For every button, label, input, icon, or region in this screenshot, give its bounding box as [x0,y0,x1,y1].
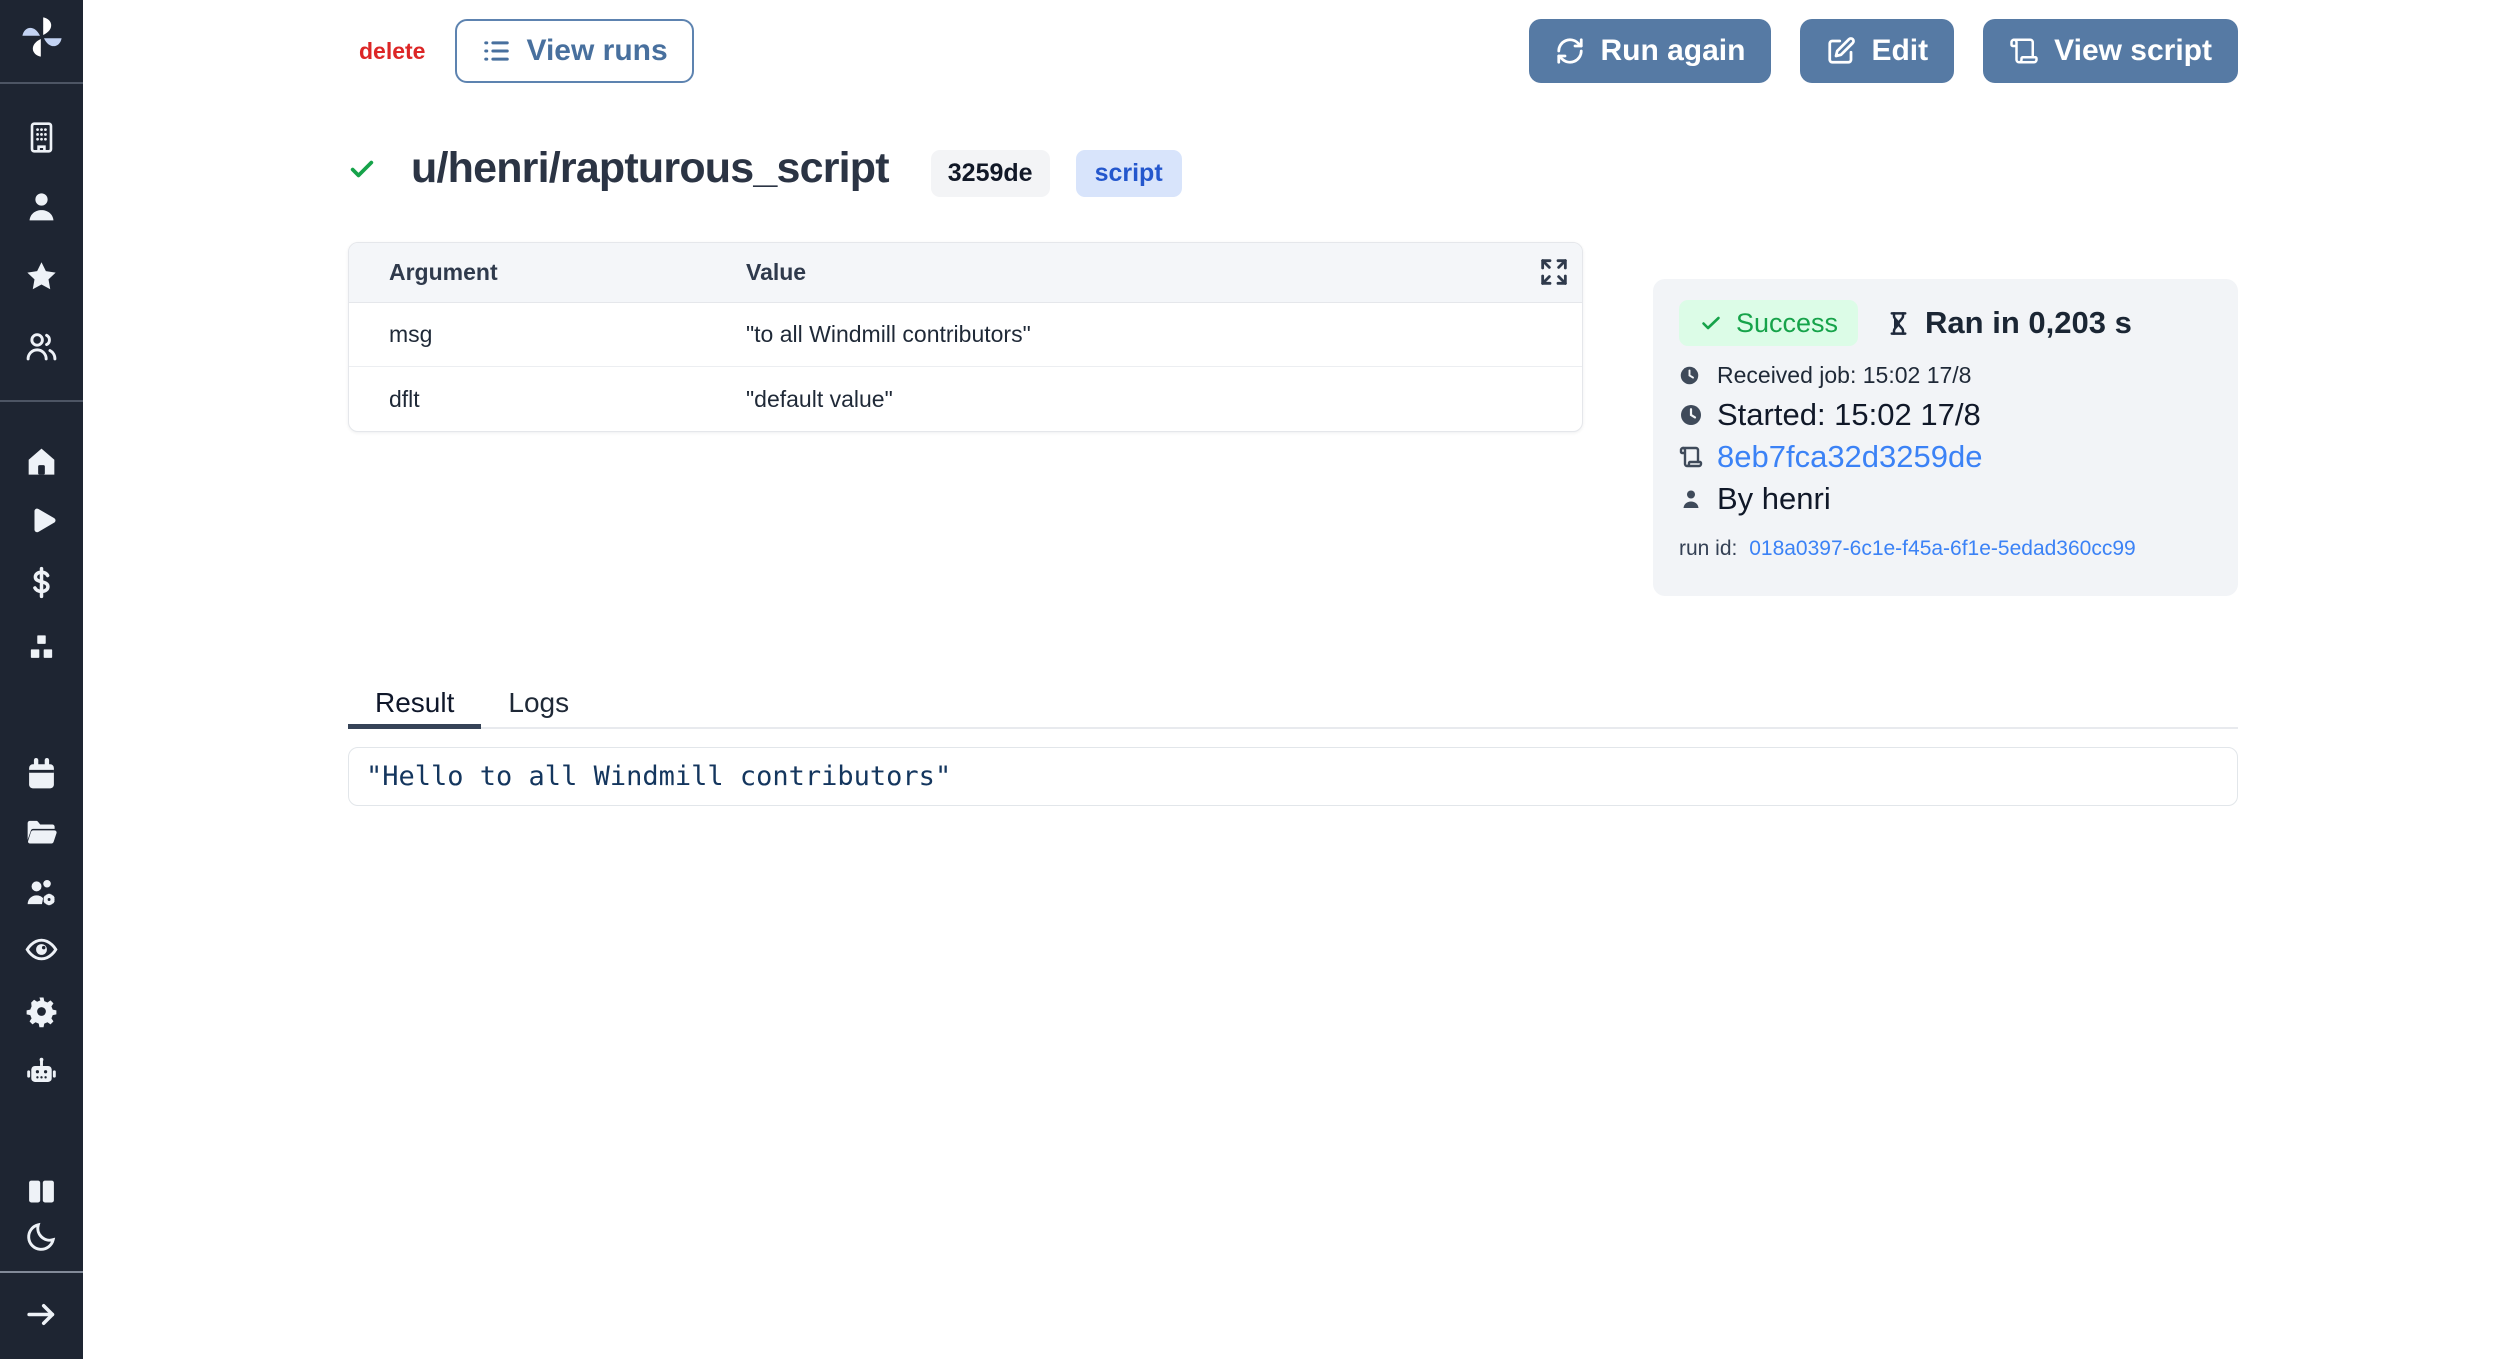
run-id-line: run id: 018a0397-6c1e-f45a-6f1e-5edad360… [1679,537,2212,561]
star-icon[interactable] [24,259,59,294]
boxes-icon[interactable] [24,630,59,665]
toolbar-right-group: Run again Edit View script [1529,19,2238,83]
started-label: Started: 15:02 17/8 [1717,397,1981,433]
argument-cell: msg [349,321,706,348]
gear-icon[interactable] [24,994,59,1029]
list-icon [481,36,511,66]
received-line: Received job: 15:02 17/8 [1679,362,2212,389]
table-row: dflt "default value" [349,367,1582,431]
argument-column-header: Argument [349,259,706,286]
edit-pencil-icon [1826,36,1856,66]
toolbar: delete View runs Run again [359,19,2238,83]
building-icon[interactable] [24,120,59,155]
folder-open-icon[interactable] [24,815,59,850]
run-again-label: Run again [1600,34,1745,68]
arguments-table-header: Argument Value [349,243,1582,303]
scroll-icon [1679,445,1703,469]
check-icon [1699,311,1723,335]
run-id-link[interactable]: 018a0397-6c1e-f45a-6f1e-5edad360cc99 [1749,537,2135,560]
tab-logs[interactable]: Logs [481,681,596,729]
scroll-icon [2009,36,2039,66]
sidebar-divider [0,400,83,402]
arguments-table: Argument Value msg "to all Windmill cont… [348,242,1583,432]
moon-icon[interactable] [24,1219,59,1254]
book-icon[interactable] [24,1174,59,1209]
job-status-panel: Success Ran in 0,203 s Received job: 15:… [1653,279,2238,596]
sidebar [0,0,83,1359]
by-line: By henri [1679,481,2212,517]
table-row: msg "to all Windmill contributors" [349,303,1582,367]
success-check-icon [348,155,376,183]
received-label: Received job: 15:02 17/8 [1717,362,1971,389]
status-badge: Success [1679,300,1858,346]
status-label: Success [1736,308,1838,339]
play-icon[interactable] [24,504,59,539]
run-id-label: run id: [1679,537,1737,560]
hash-badge: 3259de [931,150,1050,197]
robot-icon[interactable] [24,1055,59,1090]
view-runs-label: View runs [526,34,667,68]
sidebar-divider [0,82,83,84]
value-column-header: Value [706,259,1582,286]
result-tabs: Result Logs [348,681,2238,729]
refresh-icon [1555,36,1585,66]
argument-cell: dflt [349,386,706,413]
calendar-icon[interactable] [24,757,59,792]
windmill-logo-icon[interactable] [18,13,66,61]
by-label: By henri [1717,481,1831,517]
script-hash-line: 8eb7fca32d3259de [1679,439,2212,475]
edit-button[interactable]: Edit [1800,19,1954,83]
status-row: Success Ran in 0,203 s [1679,300,2212,346]
view-script-button[interactable]: View script [1983,19,2238,83]
duration: Ran in 0,203 s [1885,305,2132,341]
dollar-icon[interactable] [24,565,59,600]
hourglass-icon [1885,310,1912,337]
result-output: "Hello to all Windmill contributors" [348,747,2238,806]
kind-badge: script [1076,150,1182,197]
title-row: u/henri/rapturous_script 3259de script [348,140,1182,197]
started-line: Started: 15:02 17/8 [1679,397,2212,433]
delete-button[interactable]: delete [359,38,425,65]
users-icon[interactable] [24,329,59,364]
script-hash-link[interactable]: 8eb7fca32d3259de [1717,439,1982,475]
user-icon[interactable] [24,189,59,224]
eye-icon[interactable] [24,932,59,967]
expand-icon[interactable] [1538,256,1570,288]
run-again-button[interactable]: Run again [1529,19,1771,83]
view-runs-button[interactable]: View runs [455,19,693,83]
person-icon [1679,487,1703,511]
page-title: u/henri/rapturous_script [411,144,889,193]
value-cell: "default value" [706,386,1582,413]
clock-icon [1679,365,1700,386]
view-script-label: View script [2054,34,2212,68]
arrow-right-icon[interactable] [24,1297,59,1332]
users-gear-icon[interactable] [24,875,59,910]
clock-icon [1679,403,1703,427]
sidebar-divider [0,1271,83,1273]
home-icon[interactable] [24,444,59,479]
app-window: delete View runs Run again [0,0,2500,1359]
value-cell: "to all Windmill contributors" [706,321,1582,348]
tab-result[interactable]: Result [348,681,481,729]
duration-label: Ran in 0,203 s [1925,305,2132,341]
edit-label: Edit [1871,34,1928,68]
